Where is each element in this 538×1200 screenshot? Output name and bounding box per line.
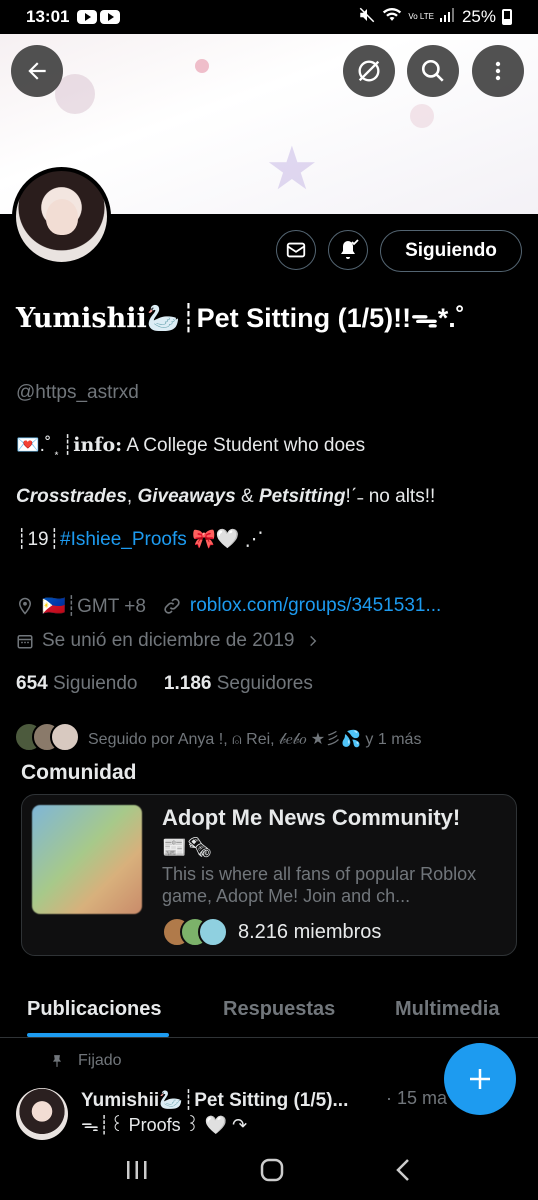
back-nav-icon[interactable] — [394, 1157, 414, 1183]
name-serif-part: Yumishii — [16, 303, 147, 334]
bio-line-1: 💌.˚ ͙ ┊info: A College Student who does — [16, 433, 365, 457]
back-button[interactable] — [11, 45, 63, 97]
notifications-button[interactable] — [328, 230, 368, 270]
bio-petsitting: Petsitting — [258, 486, 346, 507]
post-author-avatar[interactable] — [16, 1088, 68, 1140]
home-icon[interactable] — [259, 1157, 285, 1183]
bio-line-3-prefix: ┊19┊ — [16, 529, 61, 550]
member-avatar — [198, 917, 228, 947]
community-name-emoji: 📰🗞 — [162, 837, 213, 859]
bio-sep-2: & — [235, 486, 259, 507]
post-text: ᯓ┊꒰ Proofs ꒱ 🤍 ↷ — [81, 1115, 248, 1135]
following-link[interactable]: 654 Siguiendo — [16, 673, 138, 694]
search-icon — [421, 59, 444, 82]
joined-row[interactable]: Se unió en diciembre de 2019 — [16, 630, 320, 652]
followed-by-row[interactable]: Seguido por Anya !, ⍝ Rei, 𝒷𝑒𝒷𝑜 ★彡💦 y 1 … — [14, 722, 421, 752]
community-card[interactable]: Adopt Me News Community! 📰🗞 This is wher… — [21, 794, 517, 956]
following-button[interactable]: Siguiendo — [380, 230, 522, 272]
message-button[interactable] — [276, 230, 316, 270]
follower-avatar — [50, 722, 80, 752]
community-description: This is where all fans of popular Roblox… — [162, 864, 477, 906]
name-emoji: 🦢 — [146, 303, 181, 333]
mail-icon — [286, 242, 306, 258]
bio-line-1-text: A College Student who does — [122, 435, 366, 456]
post-timestamp: · 15 ma — [386, 1088, 448, 1108]
wifi-icon — [382, 7, 402, 28]
bio-line-3-suffix: 🎀🤍 ⋰ — [186, 529, 264, 550]
youtube-notification-icon — [77, 10, 98, 24]
system-navigation-bar — [0, 1140, 538, 1200]
profile-website-link[interactable]: roblox.com/groups/3451531... — [190, 595, 441, 617]
bio-crosstrades: Crosstrades — [16, 486, 127, 507]
community-image — [32, 805, 142, 914]
bio-line-2-rest: !ˊ˗ no alts!! — [345, 486, 436, 507]
status-time: 13:01 — [26, 7, 70, 26]
battery-icon — [502, 9, 512, 25]
followers-link[interactable]: 1.186 Seguidores — [164, 673, 313, 694]
proofs-hashtag-link[interactable]: #Ishiee_Proofs — [60, 529, 187, 550]
joined-text: Se unió en diciembre de 2019 — [42, 630, 295, 651]
members-count: 8.216 miembros — [238, 920, 382, 943]
mute-icon — [358, 6, 376, 29]
community-name: Adopt Me News Community! — [162, 805, 461, 830]
pinned-label: Fijado — [78, 1052, 122, 1069]
status-bar: 13:01 Vo LTE 25% — [0, 0, 538, 34]
compose-post-button[interactable] — [444, 1043, 516, 1115]
community-section-title: Comunidad — [21, 761, 137, 784]
tab-multimedia[interactable]: Multimedia — [395, 990, 499, 1021]
plus-icon — [470, 1069, 490, 1089]
bell-check-icon — [341, 239, 359, 259]
chevron-right-icon — [310, 635, 317, 647]
following-count: 654 — [16, 673, 48, 694]
profile-meta-row: 🇵🇭┊GMT +8 roblox.com/groups/3451531... — [16, 594, 441, 618]
location-text: 🇵🇭┊GMT +8 — [42, 596, 146, 617]
name-rest: ┊Pet Sitting (1/5)!! — [180, 303, 412, 333]
volte-indicator: Vo LTE — [408, 12, 434, 21]
bio-giveaways: Giveaways — [137, 486, 236, 507]
active-tab-indicator — [27, 1033, 169, 1037]
location-pin-icon — [18, 597, 32, 615]
back-arrow-icon — [28, 62, 46, 80]
translate-button[interactable] — [343, 45, 395, 97]
followers-count: 1.186 — [163, 673, 212, 694]
calendar-icon — [17, 635, 33, 649]
pin-icon — [52, 1055, 62, 1067]
bio-line-3: ┊19┊#Ishiee_Proofs 🎀🤍 ⋰ — [16, 527, 264, 551]
more-vertical-icon — [495, 61, 501, 81]
community-members: 8.216 miembros — [162, 917, 381, 947]
signal-icon — [439, 7, 456, 27]
bio-info-label: info: — [73, 434, 123, 456]
pinned-indicator: Fijado — [50, 1052, 122, 1070]
tab-publicaciones[interactable]: Publicaciones — [27, 990, 162, 1021]
bio-line-2: Crosstrades, Giveaways & Petsitting!ˊ˗ n… — [16, 486, 435, 508]
post-author-name[interactable]: Yumishii🦢┊Pet Sitting (1/5)... — [81, 1088, 348, 1112]
profile-avatar[interactable] — [12, 167, 111, 266]
profile-handle: @https_astrxd — [16, 382, 139, 403]
recent-apps-icon[interactable] — [124, 1159, 150, 1181]
profile-name: Yumishii🦢┊Pet Sitting (1/5)!!ᯓ*.˚ — [16, 298, 465, 335]
name-suffix: ᯓ*.˚ — [411, 303, 465, 333]
followers-label: Seguidores — [216, 673, 313, 694]
youtube-notification-icon-2 — [100, 10, 121, 24]
follow-stats: 654 Siguiendo 1.186 Seguidores — [16, 673, 313, 695]
following-label: Siguiendo — [52, 673, 138, 694]
bio-line-1-prefix: 💌.˚ ͙ ┊ — [16, 435, 74, 456]
search-button[interactable] — [407, 45, 459, 97]
profile-tabs: Publicaciones Respuestas Multimedia — [0, 990, 538, 1038]
more-options-button[interactable] — [472, 45, 524, 97]
tab-respuestas[interactable]: Respuestas — [223, 990, 335, 1021]
bio-sep-1: , — [126, 486, 138, 507]
link-icon — [164, 598, 180, 614]
battery-percent: 25% — [461, 7, 496, 26]
followed-by-text: Seguido por Anya !, ⍝ Rei, 𝒷𝑒𝒷𝑜 ★彡💦 y 1 … — [88, 731, 422, 748]
translate-off-icon — [358, 60, 380, 82]
